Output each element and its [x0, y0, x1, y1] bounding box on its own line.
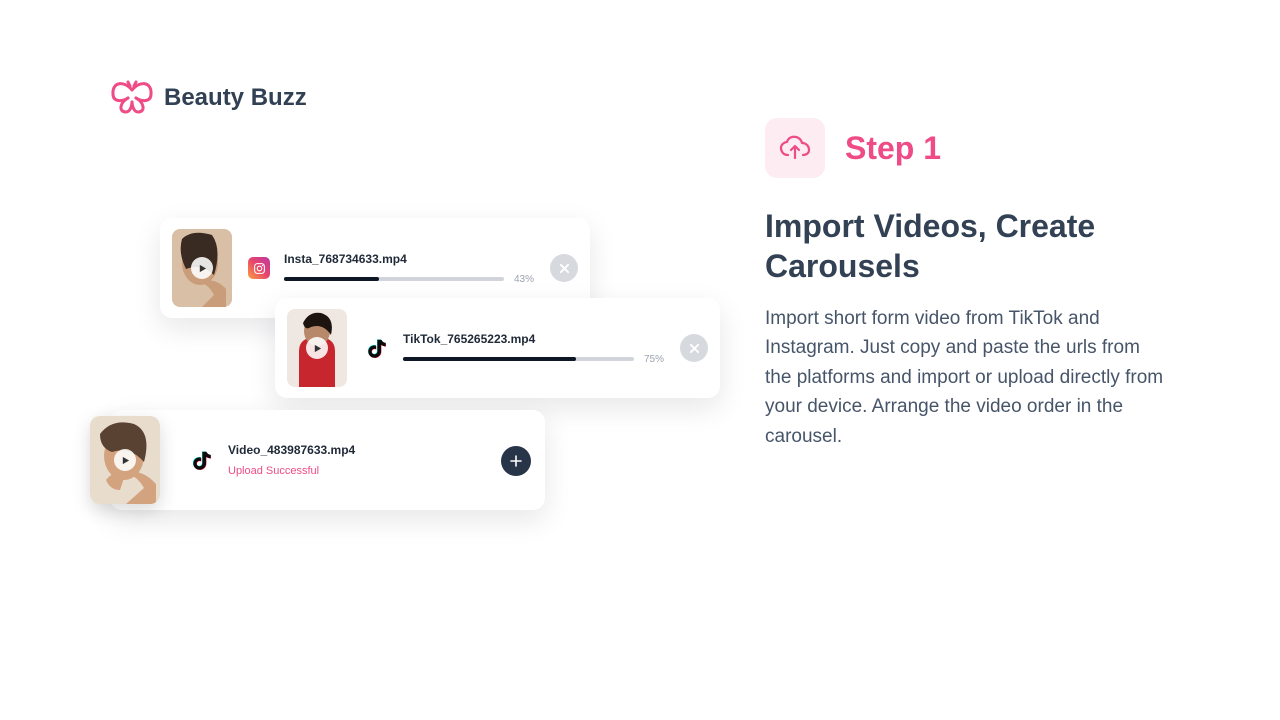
brand-name: Beauty Buzz [164, 84, 307, 112]
upload-card: Video_483987633.mp4 Upload Successful [110, 410, 545, 510]
progress-bar[interactable] [403, 357, 634, 361]
progress-fill [284, 277, 379, 281]
video-thumbnail [90, 416, 160, 504]
butterfly-icon [110, 80, 154, 116]
cloud-upload-icon [765, 118, 825, 178]
close-button[interactable] [550, 254, 578, 282]
brand-logo: Beauty Buzz [110, 80, 307, 116]
close-button[interactable] [680, 334, 708, 362]
video-thumbnail [172, 229, 232, 307]
file-info: Video_483987633.mp4 Upload Successful [228, 443, 489, 477]
upload-status: Upload Successful [228, 465, 489, 477]
play-icon [191, 257, 213, 279]
video-thumbnail [287, 309, 347, 387]
file-info: TikTok_765265223.mp4 75% [403, 332, 664, 365]
instagram-icon [248, 257, 270, 279]
progress-fill [403, 357, 576, 361]
step-description: Import short form video from TikTok and … [765, 304, 1165, 451]
page-title: Import Videos, Create Carousels [765, 206, 1165, 286]
play-icon [306, 337, 328, 359]
progress-row: 75% [403, 354, 664, 365]
step-label: Step 1 [845, 130, 941, 167]
play-icon [114, 449, 136, 471]
filename: Insta_768734633.mp4 [284, 252, 534, 266]
tiktok-icon [363, 335, 389, 361]
filename: TikTok_765265223.mp4 [403, 332, 664, 346]
progress-row: 43% [284, 274, 534, 285]
progress-percent: 43% [514, 274, 534, 285]
add-button[interactable] [501, 446, 531, 476]
step-header: Step 1 [765, 118, 1165, 178]
tiktok-icon [188, 447, 214, 473]
progress-percent: 75% [644, 354, 664, 365]
progress-bar[interactable] [284, 277, 504, 281]
file-info: Insta_768734633.mp4 43% [284, 252, 534, 285]
filename: Video_483987633.mp4 [228, 443, 489, 457]
upload-card: TikTok_765265223.mp4 75% [275, 298, 720, 398]
upload-cards: Insta_768734633.mp4 43% [110, 210, 730, 540]
step-panel: Step 1 Import Videos, Create Carousels I… [765, 118, 1165, 451]
